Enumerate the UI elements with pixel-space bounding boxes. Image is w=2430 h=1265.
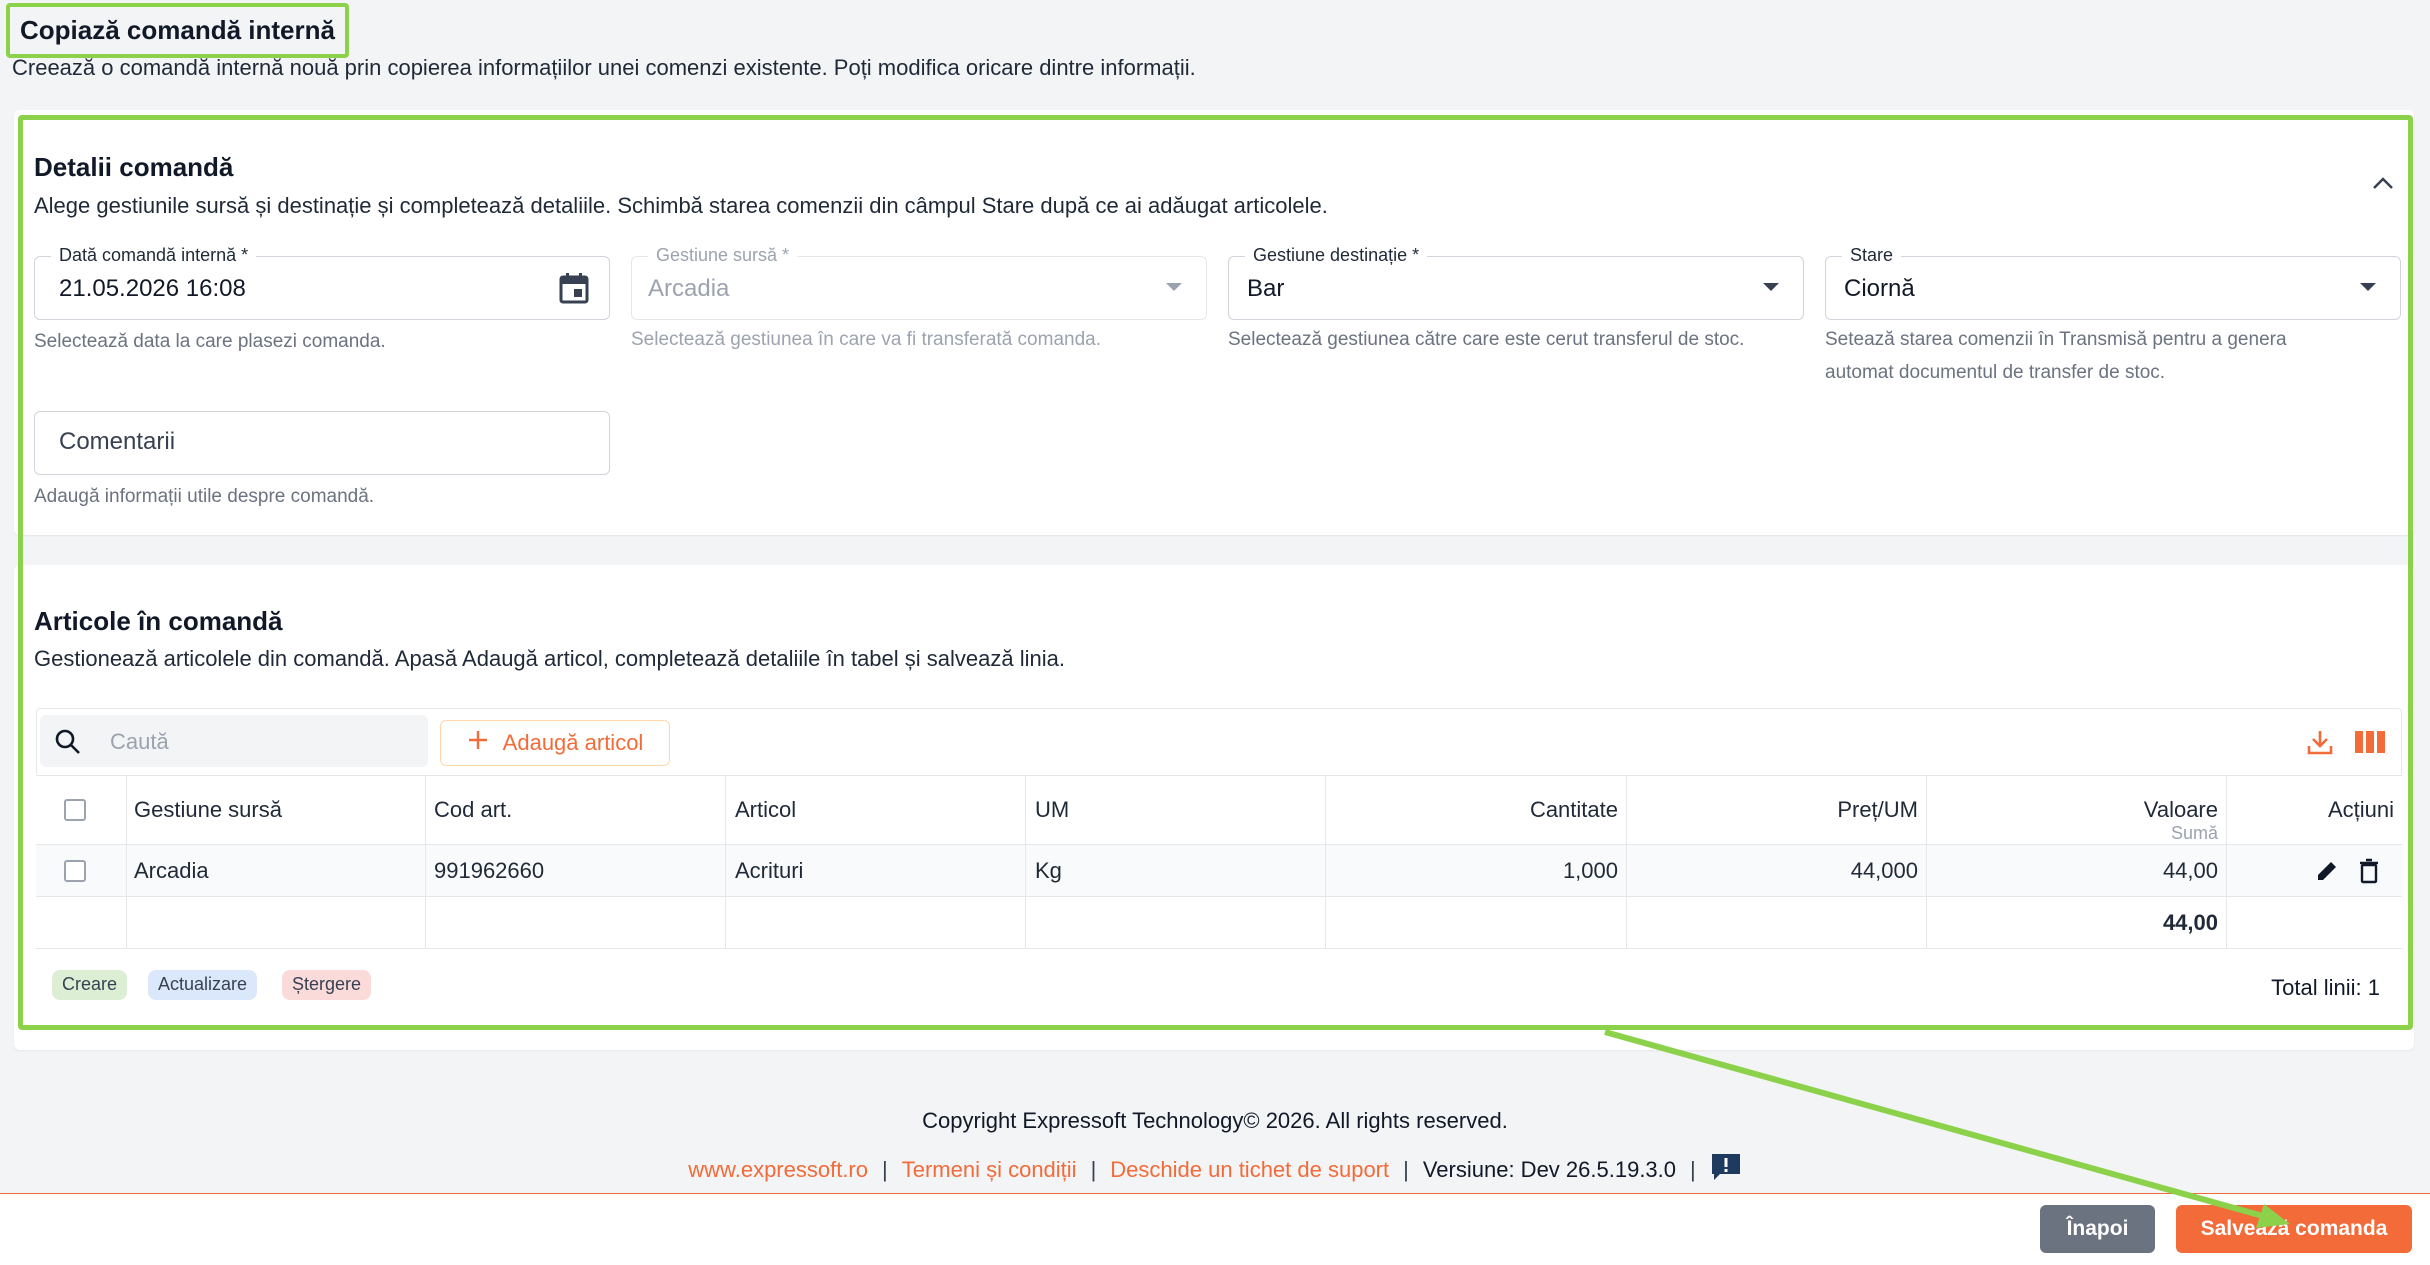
legend-delete: Ștergere (282, 970, 372, 1000)
status-help-1: Setează starea comenzii în Transmisă pen… (1825, 329, 2287, 350)
details-title: Detalii comandă (34, 152, 234, 182)
cell-quantity: 1,000 (1562, 857, 1618, 883)
status-help-2: automat documentul de transfer de stoc. (1825, 362, 2166, 383)
date-label: Dată comandă internă * (51, 244, 257, 266)
articles-title: Articole în comandă (34, 606, 283, 636)
feedback-icon[interactable] (1710, 1152, 1742, 1188)
columns-icon[interactable] (2355, 731, 2385, 758)
delete-icon[interactable] (2358, 845, 2380, 896)
add-article-label: Adaugă articol (502, 730, 644, 755)
col-code[interactable]: Cod art. (434, 776, 512, 844)
date-field[interactable]: Dată comandă internă * 21.05.2026 16:08 (34, 244, 610, 320)
row-checkbox[interactable] (64, 859, 86, 882)
search-icon (54, 728, 82, 761)
back-button[interactable]: Înapoi (2040, 1205, 2155, 1253)
col-actions: Acțiuni (2327, 797, 2394, 822)
site-link[interactable]: www.expressoft.ro (688, 1157, 868, 1183)
cell-value: 44,00 (2162, 857, 2218, 883)
table-row[interactable]: Arcadia 991962660 Acrituri Kg 1,000 44,0… (36, 845, 2402, 897)
source-warehouse-select: Gestiune sursă * Arcadia (631, 244, 1207, 320)
separator: | (1403, 1157, 1409, 1182)
terms-link[interactable]: Termeni și condiții (902, 1157, 1077, 1183)
destination-help: Selectează gestiunea către care este cer… (1228, 329, 1745, 350)
col-quantity[interactable]: Cantitate (1326, 776, 1618, 844)
col-value-sub: Sumă (2170, 823, 2218, 843)
articles-subtitle: Gestionează articolele din comandă. Apas… (34, 646, 1065, 671)
edit-icon[interactable] (2314, 845, 2340, 896)
support-ticket-link[interactable]: Deschide un tichet de suport (1110, 1157, 1389, 1183)
destination-label: Gestiune destinație * (1245, 244, 1428, 266)
separator: | (1090, 1157, 1097, 1182)
legend-update: Actualizare (148, 970, 258, 1000)
destination-value: Bar (1247, 275, 1285, 302)
download-icon[interactable] (2306, 728, 2334, 761)
separator: | (1690, 1157, 1696, 1182)
footer-links: www.expressoft.ro | Termeni și condiții … (0, 1152, 2430, 1188)
source-help: Selectează gestiunea în care va fi trans… (631, 329, 1101, 350)
col-value[interactable]: Valoare Sumă (1926, 776, 2218, 844)
destination-warehouse-select[interactable]: Gestiune destinație * Bar (1228, 244, 1804, 320)
cell-um: Kg (1035, 857, 1062, 883)
col-um[interactable]: UM (1035, 776, 1069, 844)
comments-placeholder: Comentarii (59, 428, 176, 455)
total-value: 44,00 (2162, 909, 2218, 935)
total-lines: Total linii: 1 (2271, 975, 2380, 1000)
details-subtitle: Alege gestiunile sursă și destinație și … (34, 193, 1328, 218)
plus-icon (467, 729, 489, 757)
date-help: Selectează data la care plasezi comanda. (34, 331, 386, 352)
table-total-row: 44,00 (36, 897, 2402, 949)
cell-source: Arcadia (134, 857, 209, 883)
source-value: Arcadia (648, 275, 730, 302)
search-input[interactable]: Caută (40, 715, 428, 767)
date-value: 21.05.2026 16:08 (59, 275, 246, 302)
source-label: Gestiune sursă * (648, 244, 798, 266)
cell-code: 991962660 (434, 857, 545, 883)
page-subtitle: Creează o comandă internă nouă prin copi… (12, 55, 1196, 80)
add-article-button[interactable]: Adaugă articol (440, 720, 670, 766)
cell-price: 44,000 (1850, 857, 1918, 883)
legend-create: Creare (52, 970, 128, 1000)
status-select[interactable]: Stare Ciornă (1825, 244, 2401, 320)
comments-help: Adaugă informații utile despre comandă. (34, 486, 375, 507)
separator: | (882, 1157, 888, 1182)
col-source[interactable]: Gestiune sursă (134, 776, 282, 844)
select-all-checkbox[interactable] (64, 799, 86, 821)
col-price[interactable]: Preț/UM (1626, 776, 1918, 844)
search-placeholder: Caută (110, 729, 169, 754)
chevron-down-icon (1166, 283, 1182, 291)
page-title: Copiază comandă internă (6, 3, 349, 58)
version-text: Versiune: Dev 26.5.19.3.0 (1422, 1157, 1677, 1182)
status-label: Stare (1842, 244, 1902, 266)
save-order-button[interactable]: Salvează comanda (2176, 1205, 2412, 1253)
table-header: Gestiune sursă Cod art. Articol UM Canti… (36, 775, 2402, 845)
calendar-icon[interactable] (557, 271, 591, 310)
cell-article: Acrituri (735, 857, 804, 883)
status-value: Ciornă (1844, 275, 1915, 302)
col-article[interactable]: Articol (735, 776, 796, 844)
chevron-down-icon[interactable] (2360, 283, 2376, 291)
chevron-down-icon[interactable] (1763, 283, 1779, 291)
copyright: Copyright Expressoft Technology© 2026. A… (922, 1108, 1508, 1133)
comments-input[interactable]: Comentarii (34, 411, 610, 475)
collapse-chevron-icon[interactable] (2372, 176, 2394, 195)
col-value-label: Valoare (2143, 797, 2218, 822)
